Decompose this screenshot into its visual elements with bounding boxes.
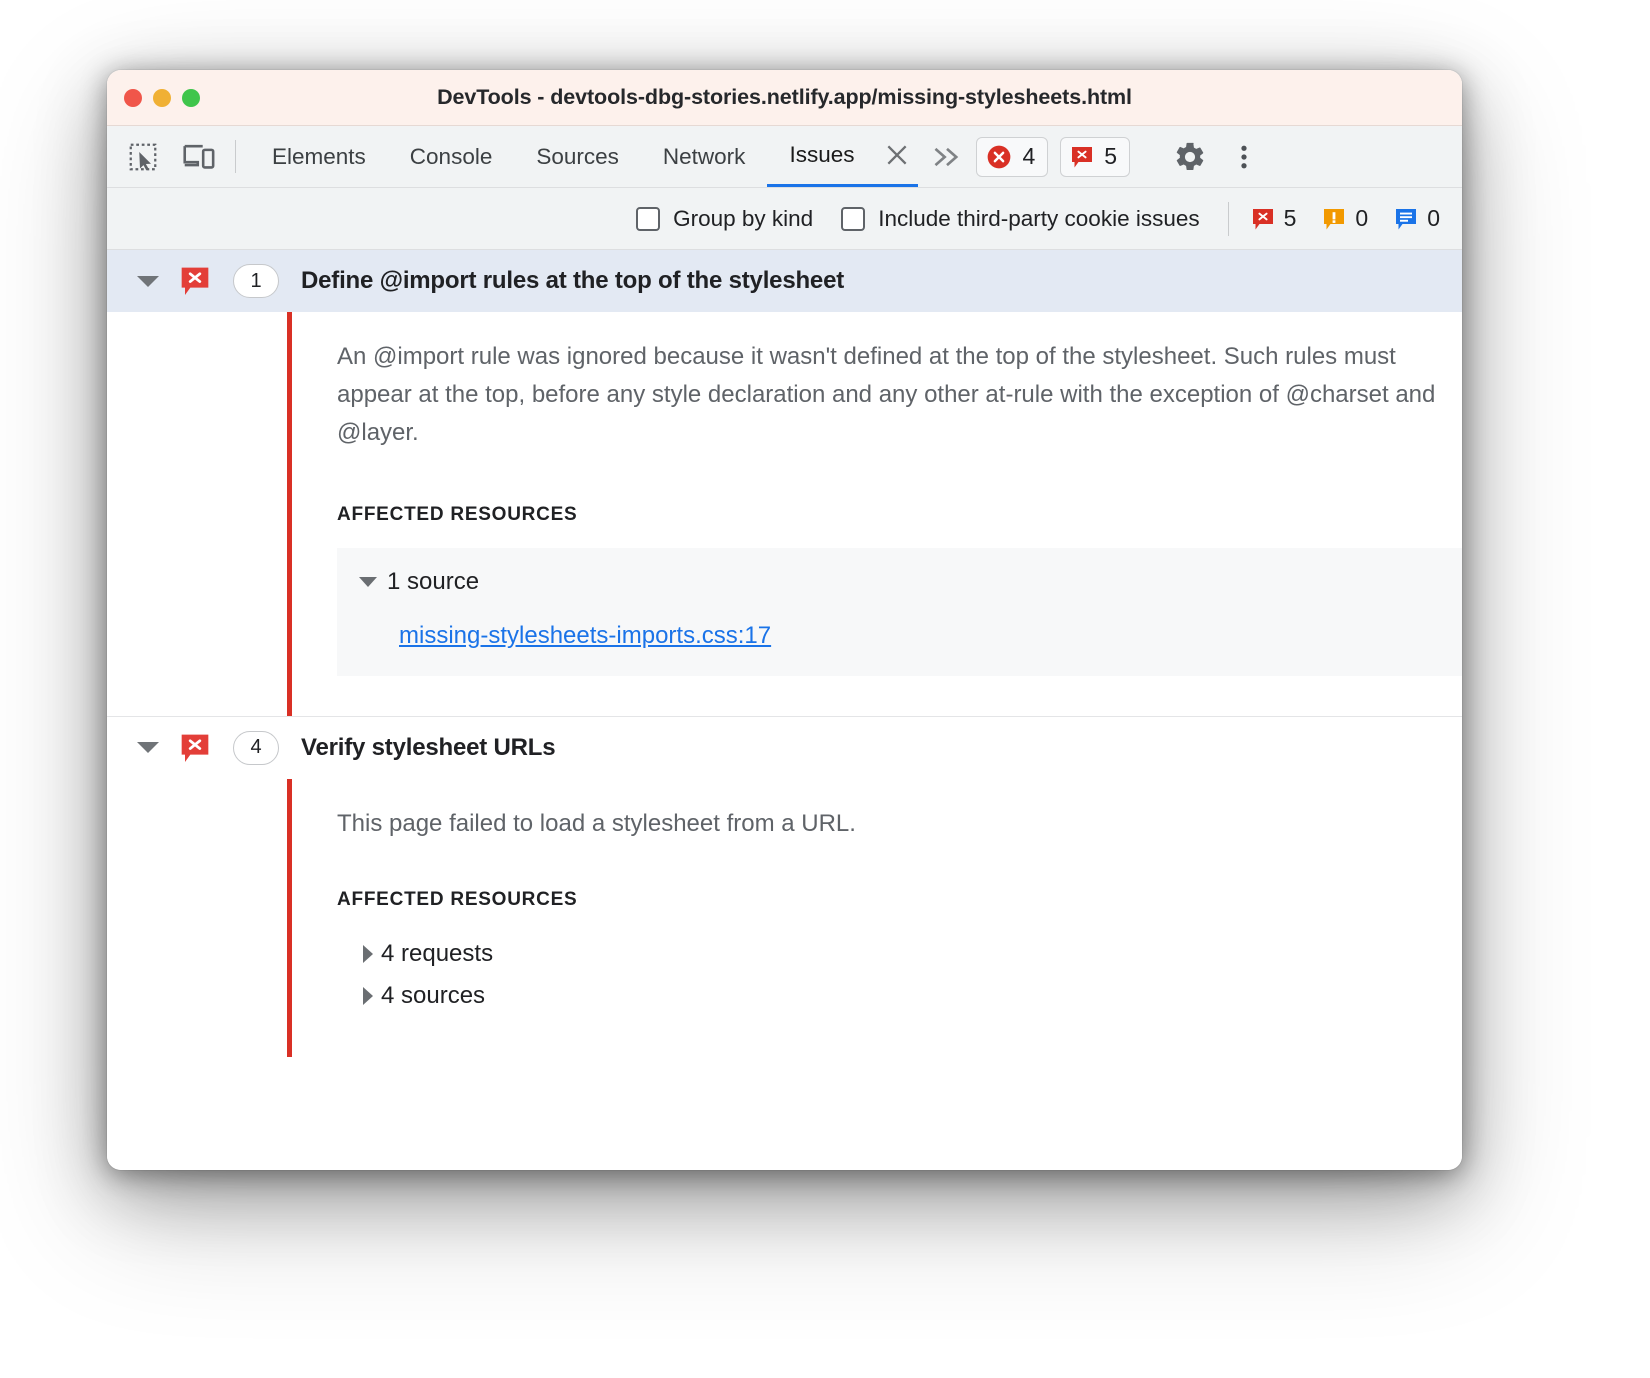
issue-title: Verify stylesheet URLs <box>301 734 555 762</box>
checkbox-box[interactable] <box>841 207 865 231</box>
devtools-window: DevTools - devtools-dbg-stories.netlify.… <box>107 70 1462 1170</box>
issue-count-badge: 1 <box>233 264 279 298</box>
gear-icon[interactable] <box>1169 136 1211 178</box>
group-by-kind-checkbox[interactable]: Group by kind <box>636 206 813 232</box>
title-bar: DevTools - devtools-dbg-stories.netlify.… <box>107 70 1462 126</box>
window-controls <box>107 89 200 107</box>
tab-label: Issues <box>789 142 854 168</box>
minimize-window-button[interactable] <box>153 89 171 107</box>
improvement-stat[interactable]: 0 <box>1394 205 1440 232</box>
issue-bubble-icon <box>1070 145 1094 169</box>
issue-item: 4 Verify stylesheet URLs This page faile… <box>107 716 1462 1057</box>
filter-divider <box>1228 202 1229 236</box>
toolbar-left-icons <box>123 126 219 187</box>
tab-label: Elements <box>272 144 366 170</box>
close-icon[interactable] <box>868 126 918 187</box>
breaking-change-count: 0 <box>1355 205 1368 232</box>
devtools-tab-bar: Elements Console Sources Network Issues <box>107 126 1462 188</box>
third-party-cookie-checkbox[interactable]: Include third-party cookie issues <box>841 206 1199 232</box>
group-by-kind-label: Group by kind <box>673 206 813 232</box>
issue-count-badge: 4 <box>233 731 279 765</box>
issue-description: This page failed to load a stylesheet fr… <box>337 805 1462 843</box>
issue-body: This page failed to load a stylesheet fr… <box>107 779 1462 1057</box>
issue-item: 1 Define @import rules at the top of the… <box>107 250 1462 716</box>
window-title: DevTools - devtools-dbg-stories.netlify.… <box>107 85 1462 110</box>
issue-body: An @import rule was ignored because it w… <box>107 312 1462 716</box>
affected-resources-label: AFFECTED RESOURCES <box>337 889 1462 911</box>
device-toolbar-icon[interactable] <box>179 137 219 177</box>
resource-group-label: 1 source <box>387 568 479 596</box>
improvement-icon <box>1394 207 1418 231</box>
tab-sources[interactable]: Sources <box>514 126 641 187</box>
chevron-double-right-icon[interactable] <box>918 126 972 187</box>
issue-body-content: An @import rule was ignored because it w… <box>292 312 1462 716</box>
issue-header[interactable]: 4 Verify stylesheet URLs <box>107 717 1462 779</box>
chevron-right-icon <box>363 987 373 1005</box>
tab-elements[interactable]: Elements <box>250 126 388 187</box>
screenshot-stage: DevTools - devtools-dbg-stories.netlify.… <box>0 0 1650 1378</box>
chevron-right-icon <box>363 945 373 963</box>
checkbox-box[interactable] <box>636 207 660 231</box>
toolbar-counters: 4 5 <box>976 126 1265 187</box>
panel-tabs: Elements Console Sources Network Issues <box>250 126 1448 187</box>
error-circle-icon <box>986 144 1012 170</box>
issue-header[interactable]: 1 Define @import rules at the top of the… <box>107 250 1462 312</box>
issue-description: An @import rule was ignored because it w… <box>337 338 1462 452</box>
page-error-icon <box>1251 207 1275 231</box>
issue-body-content: This page failed to load a stylesheet fr… <box>292 779 1462 1057</box>
resource-group-label: 4 requests <box>381 940 493 968</box>
page-error-icon <box>179 732 211 764</box>
kebab-menu-icon[interactable] <box>1223 136 1265 178</box>
page-error-count: 5 <box>1284 205 1297 232</box>
issues-list: 1 Define @import rules at the top of the… <box>107 250 1462 1170</box>
resource-group-toggle[interactable]: 4 requests <box>337 933 1462 975</box>
breaking-change-icon <box>1322 207 1346 231</box>
issue-count: 5 <box>1104 143 1117 170</box>
resource-group-toggle[interactable]: 1 source <box>359 564 1462 600</box>
chevron-down-icon[interactable] <box>135 276 161 287</box>
breaking-change-stat[interactable]: 0 <box>1322 205 1368 232</box>
error-counter-button[interactable]: 4 <box>976 137 1048 177</box>
issue-counter-button[interactable]: 5 <box>1060 137 1130 177</box>
resource-group-label: 4 sources <box>381 982 485 1010</box>
tab-console[interactable]: Console <box>388 126 515 187</box>
third-party-label: Include third-party cookie issues <box>878 206 1199 232</box>
improvement-count: 0 <box>1427 205 1440 232</box>
issues-filter-bar: Group by kind Include third-party cookie… <box>107 188 1462 250</box>
affected-resources-panel: 1 source missing-stylesheets-imports.css… <box>337 548 1462 676</box>
tab-network[interactable]: Network <box>641 126 768 187</box>
resource-link[interactable]: missing-stylesheets-imports.css:17 <box>399 622 1462 650</box>
tab-label: Network <box>663 144 746 170</box>
tab-label: Sources <box>536 144 619 170</box>
page-error-stat[interactable]: 5 <box>1251 205 1297 232</box>
close-window-button[interactable] <box>124 89 142 107</box>
page-error-icon <box>179 265 211 297</box>
zoom-window-button[interactable] <box>182 89 200 107</box>
tab-label: Console <box>410 144 493 170</box>
issue-title: Define @import rules at the top of the s… <box>301 267 844 295</box>
error-count: 4 <box>1022 143 1035 170</box>
tab-issues[interactable]: Issues <box>767 126 868 187</box>
chevron-down-icon[interactable] <box>135 742 161 753</box>
resource-group-toggle[interactable]: 4 sources <box>337 975 1462 1017</box>
toolbar-divider <box>235 140 236 173</box>
affected-resources-label: AFFECTED RESOURCES <box>337 504 1462 526</box>
inspect-element-icon[interactable] <box>123 137 163 177</box>
chevron-down-icon <box>359 577 377 587</box>
